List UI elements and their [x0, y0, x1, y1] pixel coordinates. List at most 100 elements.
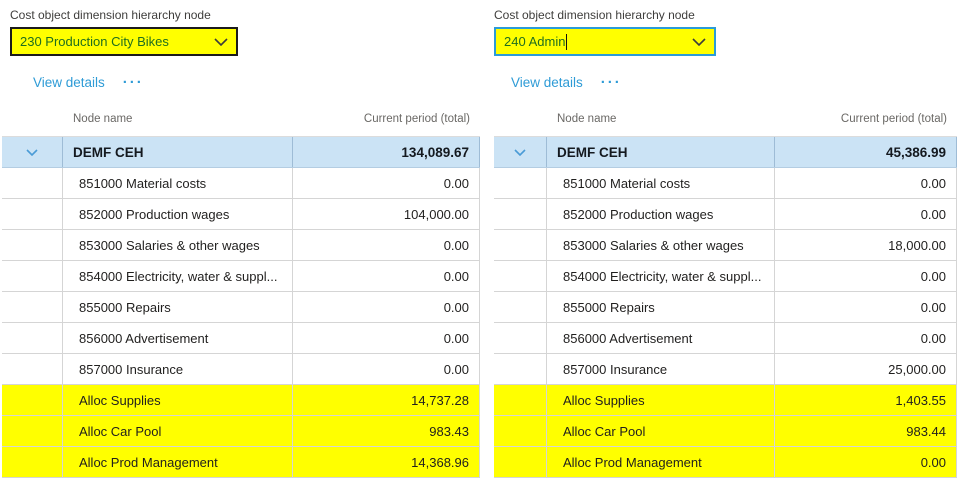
row-marker-cell — [494, 261, 547, 291]
row-marker-cell — [494, 323, 547, 353]
hierarchy-grid: DEMF CEH 134,089.67 851000 Material cost… — [2, 136, 480, 478]
period-value-cell: 983.44 — [775, 416, 957, 446]
row-marker-cell — [494, 385, 547, 415]
table-row[interactable]: 856000 Advertisement 0.00 — [494, 323, 957, 354]
hierarchy-node-combobox[interactable]: 230 Production City Bikes — [10, 27, 238, 56]
grid-column-headers: Node name Current period (total) — [494, 113, 957, 133]
more-options-icon[interactable]: ··· — [601, 75, 622, 90]
row-marker-cell — [494, 447, 547, 477]
period-value-cell: 0.00 — [293, 261, 480, 291]
table-row[interactable]: 857000 Insurance 0.00 — [2, 354, 480, 385]
table-row[interactable]: Alloc Supplies 14,737.28 — [2, 385, 480, 416]
column-header-node-name[interactable]: Node name — [73, 113, 132, 125]
period-value-cell: 45,386.99 — [775, 137, 957, 167]
period-value-cell: 14,737.28 — [293, 385, 480, 415]
node-name-cell: 854000 Electricity, water & suppl... — [547, 261, 775, 291]
node-name-cell: 857000 Insurance — [547, 354, 775, 384]
table-row[interactable]: 857000 Insurance 25,000.00 — [494, 354, 957, 385]
chevron-down-icon[interactable] — [214, 38, 228, 46]
row-marker-cell — [2, 230, 63, 260]
table-row[interactable]: Alloc Supplies 1,403.55 — [494, 385, 957, 416]
node-name-cell: Alloc Car Pool — [63, 416, 293, 446]
table-row[interactable]: 856000 Advertisement 0.00 — [2, 323, 480, 354]
row-marker-cell — [494, 354, 547, 384]
period-value-cell: 14,368.96 — [293, 447, 480, 477]
view-details-link[interactable]: View details — [33, 75, 105, 90]
field-label: Cost object dimension hierarchy node — [494, 8, 695, 22]
period-value-cell: 0.00 — [293, 354, 480, 384]
row-marker-cell — [494, 292, 547, 322]
table-row[interactable]: 851000 Material costs 0.00 — [2, 168, 480, 199]
period-value-cell: 25,000.00 — [775, 354, 957, 384]
table-row[interactable]: 852000 Production wages 104,000.00 — [2, 199, 480, 230]
period-value-cell: 134,089.67 — [293, 137, 480, 167]
table-row[interactable]: 855000 Repairs 0.00 — [2, 292, 480, 323]
period-value-cell: 0.00 — [775, 447, 957, 477]
node-name-cell: 856000 Advertisement — [547, 323, 775, 353]
text-cursor — [566, 34, 567, 50]
node-name-cell: 855000 Repairs — [547, 292, 775, 322]
node-name-cell: Alloc Prod Management — [547, 447, 775, 477]
node-name-cell: 853000 Salaries & other wages — [63, 230, 293, 260]
period-value-cell: 0.00 — [293, 323, 480, 353]
node-name-cell: 856000 Advertisement — [63, 323, 293, 353]
table-row[interactable]: 855000 Repairs 0.00 — [494, 292, 957, 323]
period-value-cell: 18,000.00 — [775, 230, 957, 260]
period-value-cell: 0.00 — [293, 168, 480, 198]
table-row[interactable]: Alloc Car Pool 983.44 — [494, 416, 957, 447]
node-name-cell: Alloc Car Pool — [547, 416, 775, 446]
row-marker-cell — [494, 168, 547, 198]
actions-bar: View details ··· — [33, 73, 144, 91]
chevron-down-icon[interactable] — [692, 38, 706, 46]
row-marker-cell — [2, 447, 63, 477]
period-value-cell: 104,000.00 — [293, 199, 480, 229]
table-row[interactable]: 853000 Salaries & other wages 18,000.00 — [494, 230, 957, 261]
table-row[interactable]: 854000 Electricity, water & suppl... 0.0… — [2, 261, 480, 292]
table-row[interactable]: 851000 Material costs 0.00 — [494, 168, 957, 199]
row-marker-cell — [2, 199, 63, 229]
table-row[interactable]: 853000 Salaries & other wages 0.00 — [2, 230, 480, 261]
cost-panel-right: Cost object dimension hierarchy node 240… — [494, 0, 957, 488]
field-label: Cost object dimension hierarchy node — [10, 8, 211, 22]
row-marker-cell — [2, 168, 63, 198]
table-row[interactable]: Alloc Prod Management 0.00 — [494, 447, 957, 478]
period-value-cell: 0.00 — [293, 292, 480, 322]
row-marker-cell — [2, 416, 63, 446]
column-header-node-name[interactable]: Node name — [557, 113, 616, 125]
hierarchy-grid: DEMF CEH 45,386.99 851000 Material costs… — [494, 136, 957, 478]
view-details-link[interactable]: View details — [511, 75, 583, 90]
table-row[interactable]: 854000 Electricity, water & suppl... 0.0… — [494, 261, 957, 292]
table-row[interactable]: DEMF CEH 45,386.99 — [494, 137, 957, 168]
grid-column-headers: Node name Current period (total) — [2, 113, 480, 133]
node-name-cell: 855000 Repairs — [63, 292, 293, 322]
row-marker-cell — [2, 385, 63, 415]
column-header-current-period[interactable]: Current period (total) — [364, 113, 470, 125]
more-options-icon[interactable]: ··· — [123, 75, 144, 90]
table-row[interactable]: DEMF CEH 134,089.67 — [2, 137, 480, 168]
period-value-cell: 1,403.55 — [775, 385, 957, 415]
node-name-cell: 851000 Material costs — [63, 168, 293, 198]
row-marker-cell — [494, 416, 547, 446]
period-value-cell: 0.00 — [775, 323, 957, 353]
column-header-current-period[interactable]: Current period (total) — [841, 113, 947, 125]
row-marker-cell — [494, 137, 547, 167]
row-marker-cell — [2, 292, 63, 322]
table-row[interactable]: Alloc Car Pool 983.43 — [2, 416, 480, 447]
period-value-cell: 983.43 — [293, 416, 480, 446]
period-value-cell: 0.00 — [775, 261, 957, 291]
node-name-cell: Alloc Prod Management — [63, 447, 293, 477]
table-row[interactable]: Alloc Prod Management 14,368.96 — [2, 447, 480, 478]
collapse-chevron-icon[interactable] — [514, 149, 526, 156]
node-name-cell: 857000 Insurance — [63, 354, 293, 384]
node-name-cell: DEMF CEH — [547, 137, 775, 167]
node-name-cell: 851000 Material costs — [547, 168, 775, 198]
node-name-cell: 852000 Production wages — [547, 199, 775, 229]
row-marker-cell — [2, 354, 63, 384]
node-name-cell: 853000 Salaries & other wages — [547, 230, 775, 260]
collapse-chevron-icon[interactable] — [26, 149, 38, 156]
row-marker-cell — [494, 230, 547, 260]
table-row[interactable]: 852000 Production wages 0.00 — [494, 199, 957, 230]
hierarchy-node-combobox[interactable]: 240 Admin — [494, 27, 716, 56]
node-name-cell: 854000 Electricity, water & suppl... — [63, 261, 293, 291]
node-name-cell: Alloc Supplies — [547, 385, 775, 415]
